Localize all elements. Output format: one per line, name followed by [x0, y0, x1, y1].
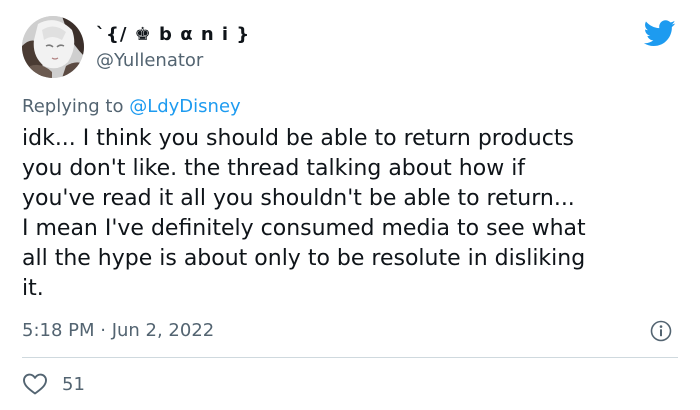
- heart-icon: [23, 373, 47, 395]
- avatar[interactable]: [22, 16, 84, 78]
- tweet-text: idk... I think you should be able to ret…: [22, 124, 682, 304]
- replying-to-label: Replying to: [22, 96, 130, 117]
- avatar-image: [22, 16, 84, 78]
- like-button[interactable]: 51: [22, 370, 85, 398]
- tweet-text-line: you don't like. the thread talking about…: [22, 156, 526, 181]
- divider: [22, 357, 678, 358]
- tweet-text-line: idk... I think you should be able to ret…: [22, 126, 574, 151]
- twitter-bird-icon[interactable]: [644, 20, 676, 47]
- tweet-timestamp[interactable]: 5:18 PM · Jun 2, 2022: [22, 320, 214, 341]
- tweet-text-line: you've read it all you shouldn't be able…: [22, 186, 575, 211]
- info-icon[interactable]: [650, 320, 672, 342]
- author-display-name[interactable]: `{/ ♚ b α n i }: [96, 24, 250, 45]
- like-count: 51: [62, 373, 85, 395]
- replying-to: Replying to @LdyDisney: [22, 96, 241, 117]
- reply-to-handle-link[interactable]: @LdyDisney: [129, 96, 240, 117]
- tweet-text-line: I mean I've definitely consumed media to…: [22, 216, 586, 241]
- tweet-card: `{/ ♚ b α n i } @Yullenator Replying to …: [0, 0, 700, 410]
- tweet-text-line: all the hype is about only to be resolut…: [22, 246, 586, 271]
- tweet-text-line: it.: [22, 276, 44, 301]
- author-handle[interactable]: @Yullenator: [96, 50, 203, 71]
